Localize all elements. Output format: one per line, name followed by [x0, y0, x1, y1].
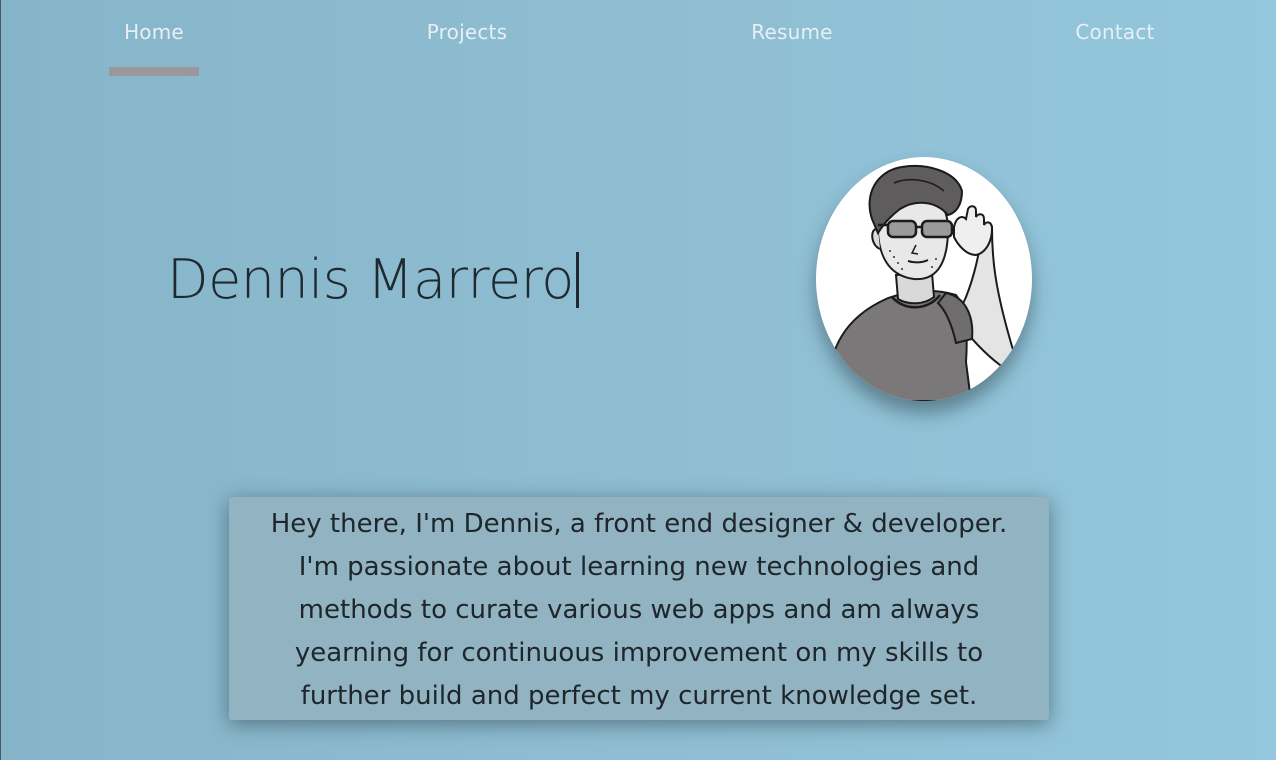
- bio-line: further build and perfect my current kno…: [300, 681, 978, 711]
- bio-paragraph: Hey there, I'm Dennis, a front end desig…: [239, 503, 1039, 718]
- nav-item-projects[interactable]: Projects: [407, 20, 527, 44]
- bio-line: I'm passionate about learning new techno…: [298, 552, 980, 582]
- nav-item-home[interactable]: Home: [94, 20, 214, 44]
- bio-line: yearning for continuous improvement on m…: [294, 638, 984, 668]
- nav-item-contact[interactable]: Contact: [1055, 20, 1175, 44]
- bio-line: methods to curate various web apps and a…: [298, 595, 980, 625]
- active-nav-indicator: [109, 67, 199, 76]
- bio-card: Hey there, I'm Dennis, a front end desig…: [229, 497, 1049, 720]
- avatar: [816, 157, 1032, 401]
- nav-item-resume[interactable]: Resume: [732, 20, 852, 44]
- hero-name-text: Dennis Marrero: [167, 248, 574, 311]
- cartoon-portrait-icon: [825, 165, 1016, 401]
- typing-cursor: [575, 252, 579, 308]
- hero-name-heading: Dennis Marrero: [167, 248, 579, 311]
- top-navigation: Home Projects Resume Contact: [1, 0, 1276, 80]
- bio-line: Hey there, I'm Dennis, a front end desig…: [270, 509, 1008, 539]
